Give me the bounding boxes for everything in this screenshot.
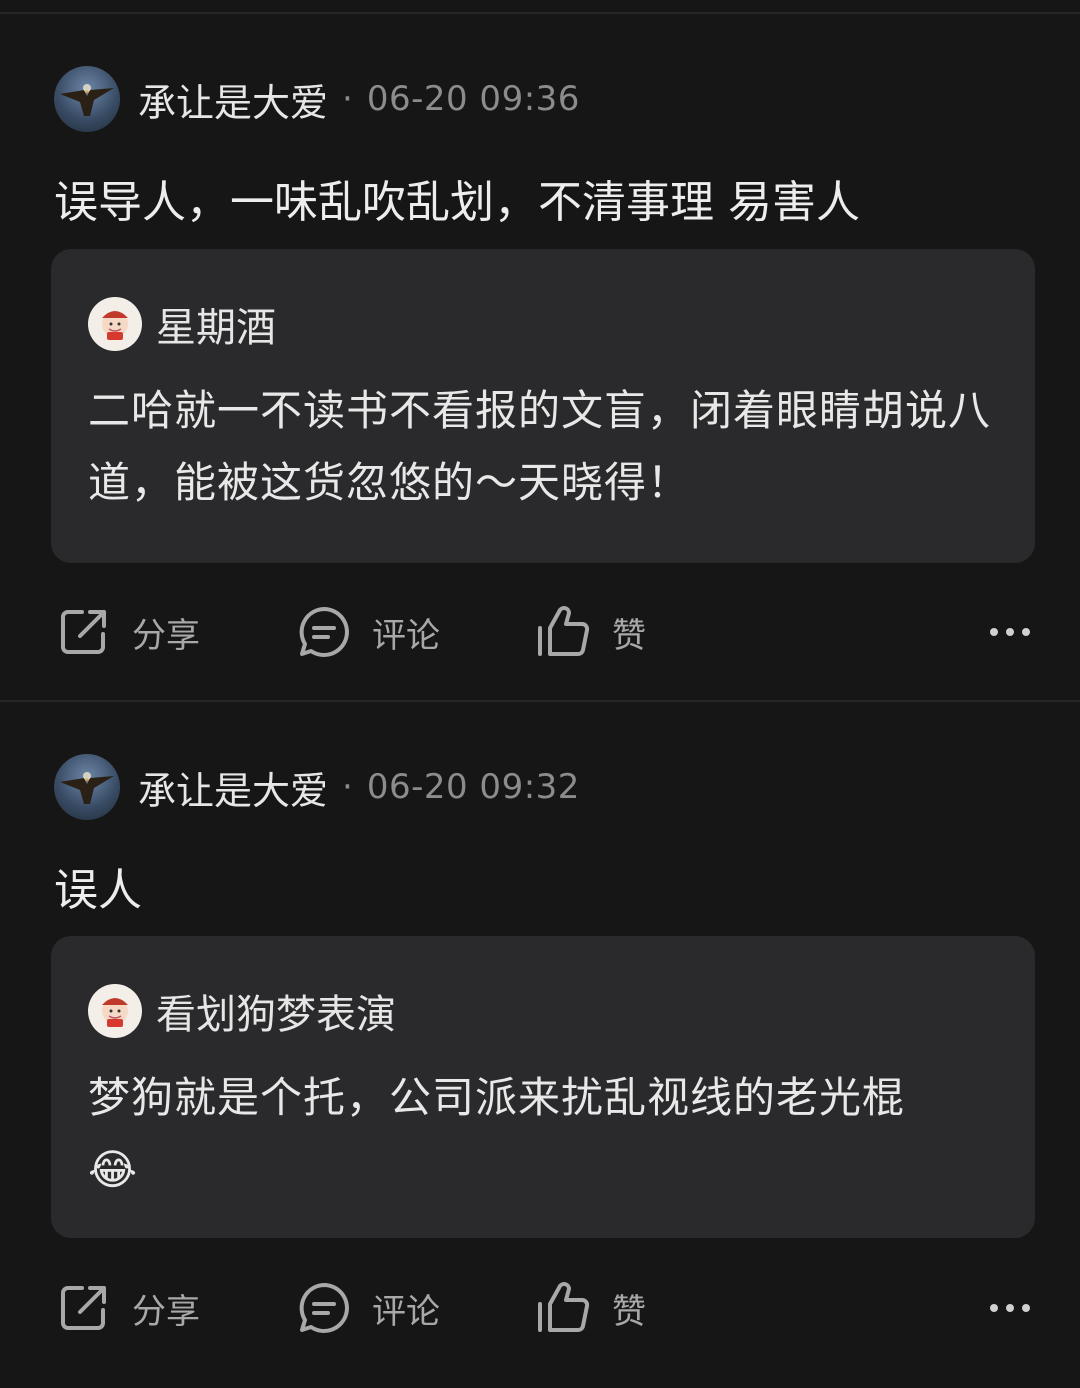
share-label: 分享	[132, 615, 200, 656]
author-name[interactable]: 承让是大爱	[138, 72, 328, 127]
avatar[interactable]	[54, 66, 120, 132]
quote-text: 梦狗就是个托，公司派来扰乱视线的老光棍 😂	[88, 1062, 1008, 1206]
like-button[interactable]: 赞	[536, 1278, 646, 1338]
like-label: 赞	[612, 615, 646, 656]
avatar[interactable]	[54, 754, 120, 820]
post-card: 承让是大爱 · 06-20 09:36 误导人，一味乱吹乱划，不清事理 易害人 …	[0, 14, 1080, 700]
more-button[interactable]	[988, 602, 1032, 662]
quoted-post[interactable]: 看划狗梦表演 梦狗就是个托，公司派来扰乱视线的老光棍 😂	[51, 936, 1035, 1238]
thumbs-up-icon	[538, 1282, 590, 1332]
post-content: 误人	[54, 865, 142, 916]
share-icon	[61, 1286, 106, 1330]
action-bar: 分享 评论 赞	[0, 602, 1080, 662]
quote-header: 星期酒	[88, 295, 276, 353]
share-button[interactable]: 分享	[56, 1278, 200, 1338]
separator-dot: ·	[342, 767, 353, 807]
comment-label: 评论	[372, 1291, 440, 1332]
thumbs-up-icon	[538, 606, 590, 656]
like-label: 赞	[612, 1291, 646, 1332]
author-row: 承让是大爱 · 06-20 09:36	[54, 66, 580, 132]
quote-username[interactable]: 看划狗梦表演	[156, 982, 396, 1040]
comment-label: 评论	[372, 615, 440, 656]
laughing-emoji: 😂	[88, 1145, 139, 1194]
author-row: 承让是大爱 · 06-20 09:32	[54, 754, 580, 820]
share-icon	[61, 610, 106, 654]
more-dots-icon	[990, 1304, 1030, 1312]
more-button[interactable]	[988, 1278, 1032, 1338]
comment-icon	[299, 607, 349, 657]
comment-button[interactable]: 评论	[296, 602, 440, 662]
author-name[interactable]: 承让是大爱	[138, 760, 328, 815]
quote-avatar[interactable]	[88, 984, 142, 1038]
post-card: 承让是大爱 · 06-20 09:32 误人 看划狗梦表演 梦狗就是个托，公司派…	[0, 702, 1080, 1388]
post-time: 06-20 09:36	[366, 79, 580, 119]
comment-icon	[299, 1283, 349, 1333]
like-button[interactable]: 赞	[536, 602, 646, 662]
quote-text: 二哈就一不读书不看报的文盲，闭着眼睛胡说八道，能被这货忽悠的～天晓得！	[88, 386, 992, 507]
more-dots-icon	[990, 628, 1030, 636]
share-button[interactable]: 分享	[56, 602, 200, 662]
quote-header: 看划狗梦表演	[88, 982, 396, 1040]
separator-dot: ·	[342, 79, 353, 119]
share-label: 分享	[132, 1291, 200, 1332]
quote-username[interactable]: 星期酒	[156, 295, 276, 353]
quoted-post[interactable]: 星期酒 二哈就一不读书不看报的文盲，闭着眼睛胡说八道，能被这货忽悠的～天晓得！	[51, 249, 1035, 563]
quote-text-body: 梦狗就是个托，公司派来扰乱视线的老光棍	[88, 1073, 906, 1122]
action-bar: 分享 评论 赞	[0, 1278, 1080, 1338]
quote-avatar[interactable]	[88, 297, 142, 351]
post-content: 误导人，一味乱吹乱划，不清事理 易害人	[54, 177, 860, 228]
post-time: 06-20 09:32	[366, 767, 580, 807]
comment-button[interactable]: 评论	[296, 1278, 440, 1338]
